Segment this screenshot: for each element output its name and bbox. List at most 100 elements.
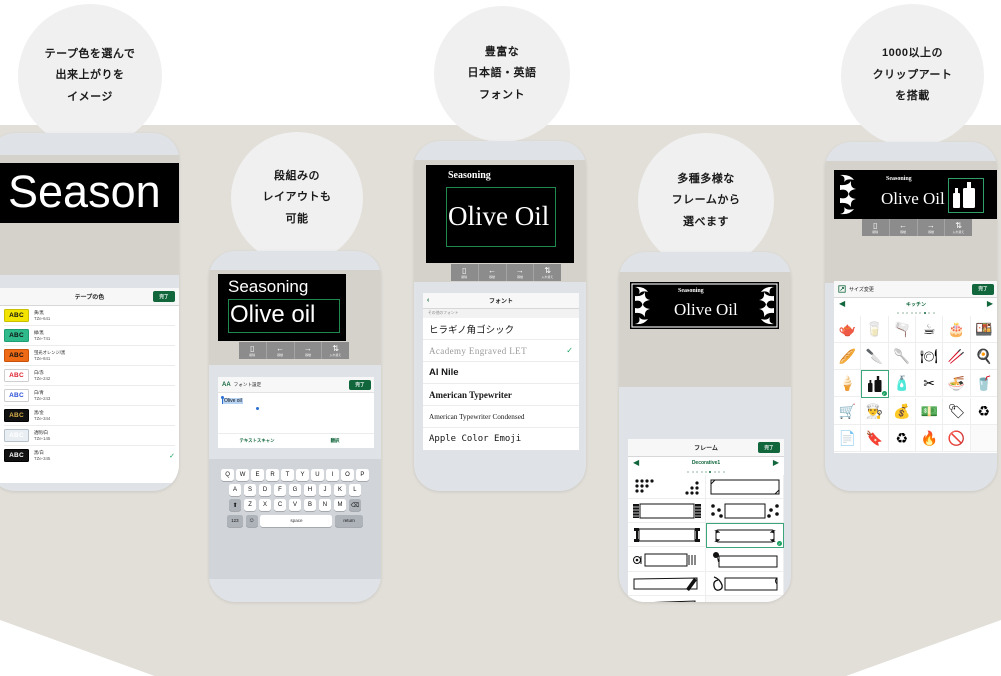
frame-item[interactable] (706, 499, 784, 523)
clipart-grid[interactable]: 🫖 🥛 🫗 ☕ 🎂 🍱 🥖 🔪 🥄 🍽 🥢 🍳 🍦 ✓ (834, 316, 997, 452)
return-key[interactable]: return (335, 514, 364, 527)
keyboard-row-3[interactable]: ⬆ Z X C V B N M ⌫ (209, 499, 381, 512)
keyboard-row-2[interactable]: A S D F G H J K L (209, 484, 381, 497)
numbers-key[interactable]: 123 (226, 514, 243, 527)
clipart-item[interactable]: 🍜 (943, 370, 971, 397)
done-button[interactable]: 完了 (758, 442, 780, 453)
done-button[interactable]: 完了 (349, 379, 371, 390)
table-row[interactable]: ABC 黒/白 TZe-345 ✓ (4, 446, 175, 465)
clipart-item[interactable]: 🏷 (943, 398, 971, 425)
key-y[interactable]: Y (296, 469, 309, 481)
label-mini-toolbar[interactable]: ▯ 削除 ← 移動 → 移動 ⇅ 入れ替え (862, 219, 972, 236)
toolbar-move-right[interactable]: → 移動 (295, 342, 323, 359)
key-m[interactable]: M (333, 499, 347, 512)
clipart-item[interactable]: 🚫 (943, 425, 971, 452)
toolbar-move-left[interactable]: ← 移動 (890, 219, 918, 236)
toolbar-delete[interactable]: ▯ 削除 (451, 264, 479, 281)
table-row[interactable]: ABC 白/青 TZe-243 (4, 386, 175, 406)
clipart-item[interactable]: 🍱 (970, 316, 997, 343)
editor-text-body[interactable]: Olive oil (218, 393, 374, 433)
clipart-item[interactable]: ✂ (916, 370, 944, 397)
clipart-item[interactable]: 🔥 (916, 425, 944, 452)
key-v[interactable]: V (288, 499, 302, 512)
frame-item[interactable] (628, 572, 706, 596)
clipart-item[interactable]: 🥢 (943, 343, 971, 370)
emoji-key[interactable]: ☺ (245, 514, 258, 527)
clipart-item[interactable]: 🛒 (834, 398, 862, 425)
clipart-item[interactable]: ♻ (888, 425, 916, 452)
frame-item[interactable] (706, 548, 784, 572)
clipart-item[interactable]: 🫖 (834, 316, 862, 343)
table-row[interactable]: ABC 蛍光オレンジ/黒 TZe-841 (4, 346, 175, 366)
clipart-item[interactable]: 🎂 (943, 316, 971, 343)
clipart-item[interactable]: 🧴 (888, 370, 916, 397)
key-h[interactable]: H (303, 484, 317, 497)
list-item[interactable]: Apple Color Emoji (423, 428, 579, 449)
text-scan-button[interactable]: テキストスキャン (218, 438, 296, 444)
toolbar-move-right[interactable]: → 移動 (918, 219, 946, 236)
key-w[interactable]: W (236, 469, 249, 481)
selection-handle-end[interactable] (256, 407, 259, 410)
space-key[interactable]: space (260, 514, 333, 527)
frame-item[interactable] (628, 548, 706, 572)
frame-category-pager[interactable]: ◀ Decorative1 ▶ (628, 457, 784, 469)
done-button[interactable]: 完了 (972, 283, 994, 295)
clipart-item[interactable]: 🥖 (834, 343, 862, 370)
clipart-item[interactable]: 🫗 (888, 316, 916, 343)
toolbar-swap[interactable]: ⇅ 入れ替え (534, 264, 561, 281)
table-row[interactable]: ABC 緑/黒 TZe-741 (4, 326, 175, 346)
list-item[interactable]: ヒラギノ角ゴシック (423, 318, 579, 340)
next-category-arrow[interactable]: ▶ (987, 300, 993, 308)
table-row[interactable]: ABC 透明/白 TZe-145 (4, 426, 175, 446)
key-u[interactable]: U (311, 469, 324, 481)
font-list[interactable]: ヒラギノ角ゴシック Academy Engraved LET ✓ Al Nile… (423, 318, 579, 449)
key-i[interactable]: I (326, 469, 339, 481)
clipart-item[interactable]: 💵 (916, 398, 944, 425)
clipart-item[interactable]: 🥤 (970, 370, 997, 397)
frame-item[interactable] (628, 523, 706, 547)
clipart-item[interactable]: 🥛 (861, 316, 889, 343)
frame-grid[interactable]: ✓ (628, 475, 784, 602)
key-k[interactable]: K (333, 484, 347, 497)
translate-button[interactable]: 翻訳 (296, 438, 374, 444)
frame-item[interactable] (706, 572, 784, 596)
key-s[interactable]: S (243, 484, 257, 497)
toolbar-move-right[interactable]: → 移動 (507, 264, 535, 281)
prev-category-arrow[interactable]: ◀ (633, 459, 639, 467)
clipart-item[interactable]: 💰 (888, 398, 916, 425)
table-row[interactable]: ABC 黄/黒 TZe-641 (4, 306, 175, 326)
key-n[interactable]: N (318, 499, 332, 512)
clipart-item[interactable]: ♻ (970, 398, 997, 425)
key-l[interactable]: L (348, 484, 362, 497)
key-b[interactable]: B (303, 499, 317, 512)
key-e[interactable]: E (251, 469, 264, 481)
clipart-item[interactable]: 🍦 (834, 370, 862, 397)
list-item[interactable]: Al Nile (423, 362, 579, 384)
toolbar-delete[interactable]: ▯ 削除 (239, 342, 267, 359)
prev-category-arrow[interactable]: ◀ (839, 300, 845, 308)
key-f[interactable]: F (273, 484, 287, 497)
clipart-item[interactable]: 🔖 (861, 425, 889, 452)
tape-color-list[interactable]: ABC 黄/黒 TZe-641 ABC 緑/黒 TZe-741 ABC 蛍光オレ… (0, 306, 179, 465)
clipart-category-pager[interactable]: ◀ キッチン ▶ (834, 298, 997, 310)
clipart-item-selected[interactable]: ✓ (861, 370, 889, 398)
key-r[interactable]: R (266, 469, 279, 481)
clipart-item[interactable]: 🍽 (916, 343, 944, 370)
list-item[interactable]: American Typewriter (423, 384, 579, 406)
key-p[interactable]: P (356, 469, 369, 481)
clipart-item[interactable]: 📄 (834, 425, 862, 452)
toolbar-swap[interactable]: ⇅ 入れ替え (322, 342, 349, 359)
selected-text[interactable]: Olive oil (222, 398, 243, 404)
toolbar-move-left[interactable]: ← 移動 (479, 264, 507, 281)
keyboard-row-4[interactable]: 123 ☺ space return (209, 514, 381, 527)
key-o[interactable]: O (341, 469, 354, 481)
key-x[interactable]: X (258, 499, 272, 512)
done-button[interactable]: 完了 (153, 291, 175, 302)
toolbar-move-left[interactable]: ← 移動 (267, 342, 295, 359)
backspace-key[interactable]: ⌫ (348, 499, 362, 512)
label-mini-toolbar[interactable]: ▯ 削除 ← 移動 → 移動 ⇅ 入れ替え (239, 342, 349, 359)
key-t[interactable]: T (281, 469, 294, 481)
frame-item-selected[interactable]: ✓ (706, 523, 784, 548)
shift-key[interactable]: ⬆ (228, 499, 242, 512)
table-row[interactable]: ABC 白/赤 TZe-242 (4, 366, 175, 386)
